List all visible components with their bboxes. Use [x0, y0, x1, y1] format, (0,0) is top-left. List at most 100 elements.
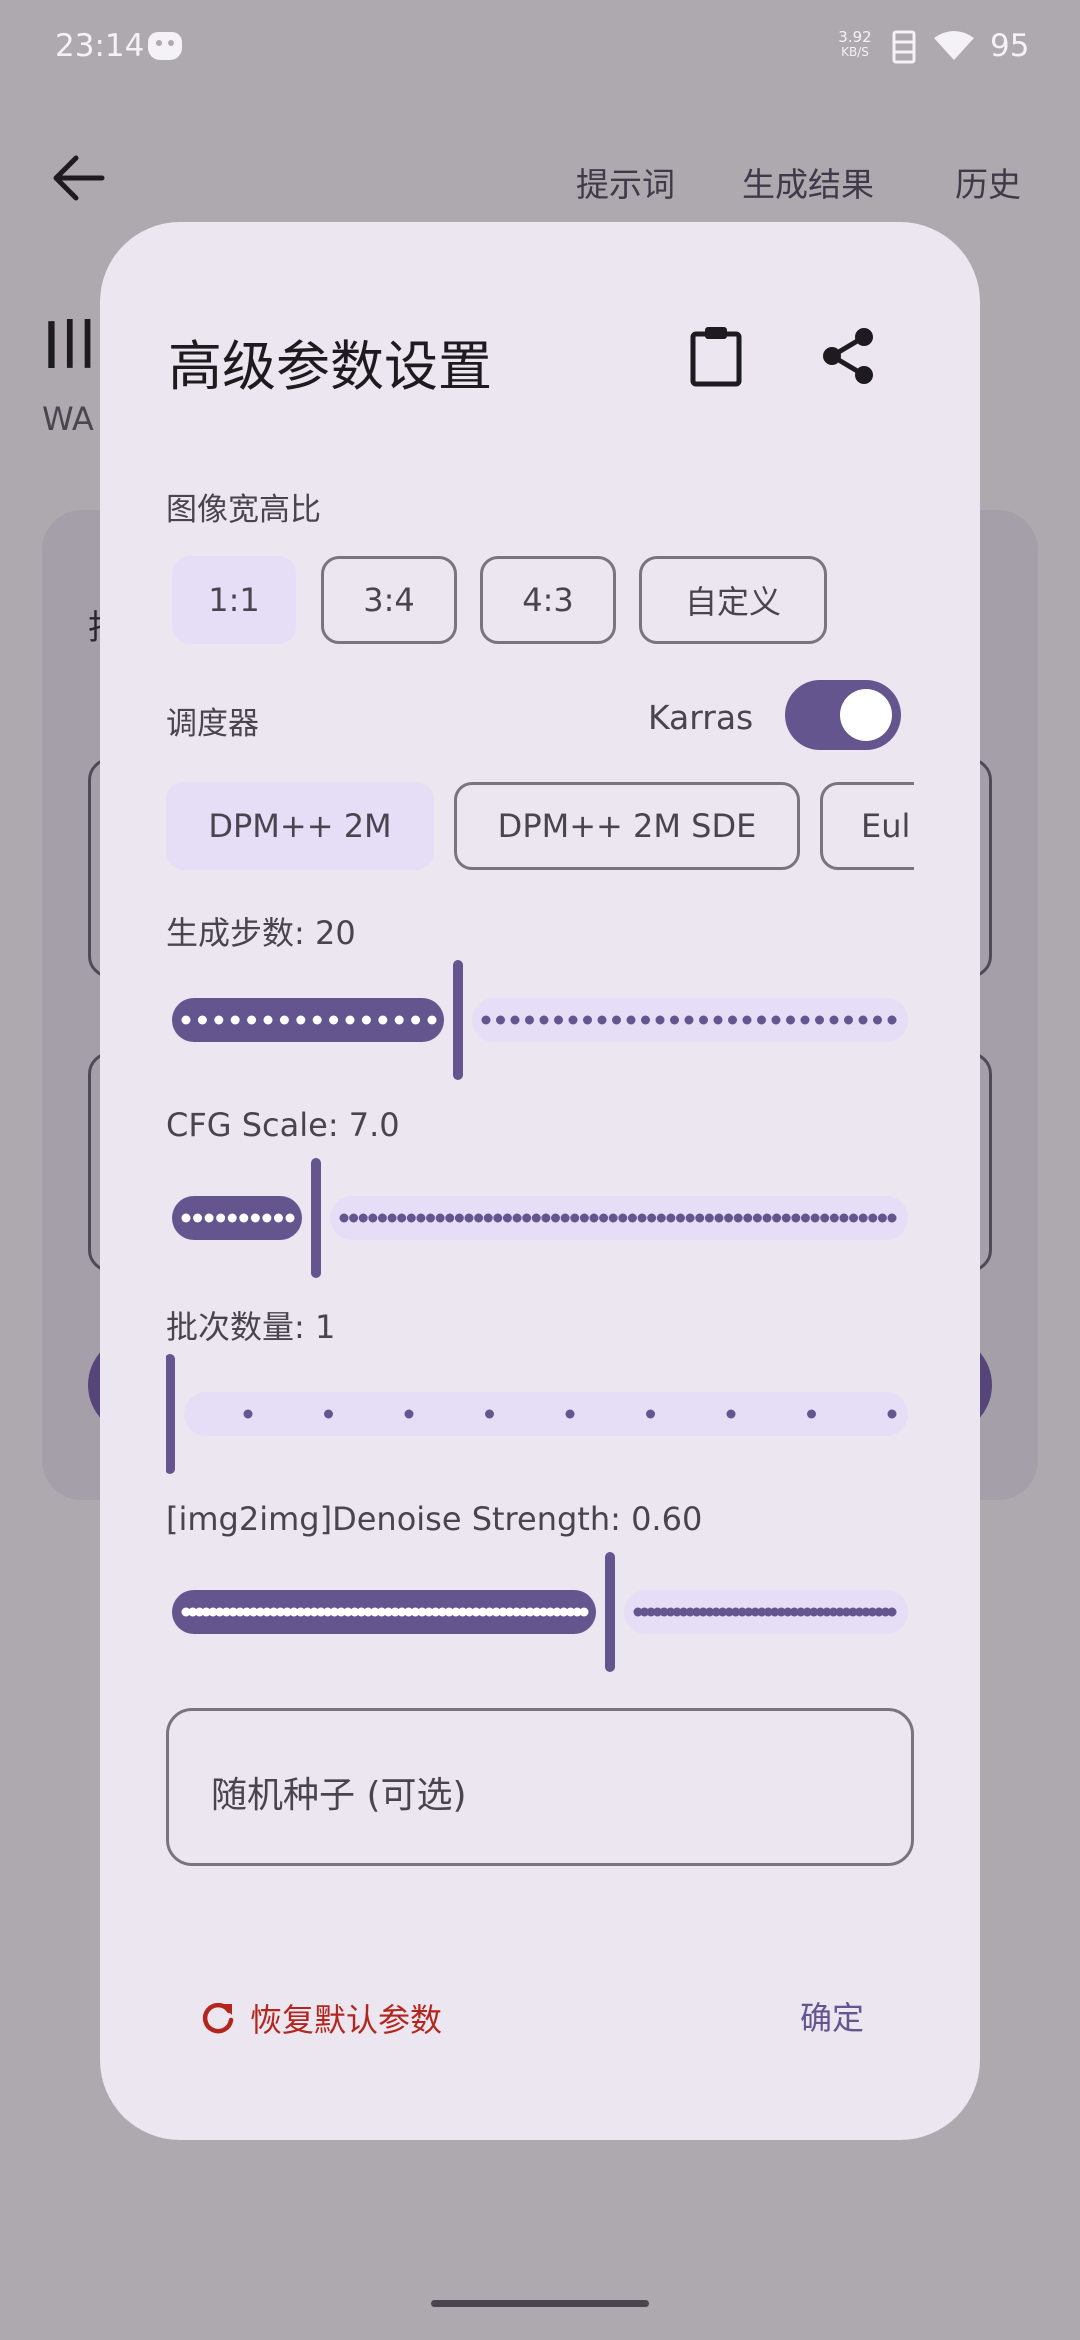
slider-tick [675, 1213, 685, 1223]
tab-prompt[interactable]: 提示词 [576, 158, 675, 206]
slider-tick [531, 1213, 541, 1223]
slider-tick [858, 1015, 868, 1025]
slider-tick [685, 1213, 695, 1223]
slider-tick [733, 1213, 743, 1223]
aspect-chip-3-4[interactable]: 3:4 [321, 556, 457, 644]
slider-tick [230, 1015, 240, 1025]
slider-tick [579, 1213, 589, 1223]
slider-tick [781, 1213, 791, 1223]
slider-tick [481, 1015, 491, 1025]
slider-tick [568, 1015, 578, 1025]
slider-tick [502, 1213, 512, 1223]
slider-tick [496, 1015, 505, 1025]
aspect-chip-4-3[interactable]: 4:3 [480, 556, 616, 644]
slider-tick [666, 1213, 676, 1223]
slider-tick [324, 1409, 333, 1419]
scheduler-label: 调度器 [166, 706, 259, 742]
slider-tick [670, 1015, 679, 1025]
slider-tick [427, 1015, 437, 1025]
slider-tick [454, 1213, 464, 1223]
slider-tick [361, 1015, 371, 1025]
slider-tick [285, 1213, 295, 1223]
slider-thumb [166, 1354, 175, 1474]
slider-tick [570, 1213, 580, 1223]
scheduler-chip-row[interactable]: DPM++ 2M DPM++ 2M SDE Eul [166, 780, 914, 872]
slider-tick [312, 1015, 322, 1025]
slider-tick [641, 1015, 650, 1025]
slider-tick [227, 1213, 237, 1223]
network-speed: 3.92 KB/S [838, 28, 872, 60]
slider-tick [699, 1015, 708, 1025]
advanced-settings-dialog: 高级参数设置 图像宽高比 1:1 3:4 4:3 自定义 调度器 Karras … [100, 222, 980, 2140]
slider-tick [445, 1213, 455, 1223]
slider-tick [345, 1015, 355, 1025]
battery-level: 95 [990, 28, 1030, 64]
slider-tick [762, 1213, 772, 1223]
aspect-chip-custom[interactable]: 自定义 [639, 556, 827, 644]
steps-label: 生成步数: 20 [166, 914, 356, 952]
slider-tick [565, 1409, 575, 1419]
aspect-chip-1-1[interactable]: 1:1 [172, 556, 296, 644]
slider-tick [704, 1213, 714, 1223]
slider-tick [485, 1409, 494, 1419]
dialog-title: 高级参数设置 [168, 335, 492, 398]
cfg-scale-slider[interactable] [166, 1156, 914, 1280]
slider-tick [589, 1213, 599, 1223]
reset-defaults-button[interactable]: 恢复默认参数 [200, 1990, 442, 2046]
slider-tick [877, 1213, 887, 1223]
cfg-scale-label: CFG Scale: 7.0 [166, 1106, 400, 1144]
karras-label: Karras [648, 698, 754, 737]
slider-tick [411, 1015, 421, 1025]
sim-icon [892, 30, 916, 64]
slider-tick [839, 1213, 849, 1223]
slider-tick [829, 1015, 839, 1025]
tab-results[interactable]: 生成结果 [742, 158, 874, 206]
steps-slider[interactable] [166, 958, 914, 1082]
slider-tick [510, 1015, 520, 1025]
denoise-strength-slider[interactable] [166, 1550, 914, 1674]
slider-tick [637, 1213, 647, 1223]
slider-tick [358, 1213, 368, 1223]
gesture-bar[interactable] [431, 2300, 649, 2307]
slider-tick [807, 1409, 816, 1419]
slider-tick [743, 1213, 753, 1223]
slider-tick [263, 1015, 273, 1025]
slider-tick [815, 1015, 824, 1025]
slider-tick [250, 1213, 260, 1223]
slider-tick [464, 1213, 474, 1223]
slider-tick [772, 1213, 782, 1223]
slider-tick [849, 1213, 859, 1223]
slider-tick [247, 1015, 257, 1025]
slider-tick [243, 1409, 253, 1419]
batch-count-label: 批次数量: 1 [166, 1308, 336, 1346]
slider-tick [239, 1213, 249, 1223]
share-button[interactable] [808, 316, 888, 396]
reset-defaults-label: 恢复默认参数 [250, 2001, 443, 2039]
batch-count-slider[interactable] [166, 1352, 914, 1476]
slider-tick [810, 1213, 820, 1223]
slider-tick [525, 1015, 534, 1025]
slider-tick [397, 1213, 407, 1223]
slider-tick [873, 1015, 882, 1025]
paste-button[interactable] [676, 316, 756, 396]
slider-tick [474, 1213, 484, 1223]
slider-tick [887, 1607, 897, 1617]
slider-tick [483, 1213, 493, 1223]
scheduler-chip-dpm-2m-sde[interactable]: DPM++ 2M SDE [454, 782, 800, 870]
slider-tick [752, 1213, 762, 1223]
tab-history[interactable]: 历史 [955, 158, 1021, 206]
slider-tick [646, 1409, 655, 1419]
karras-toggle[interactable] [785, 680, 901, 750]
slider-tick [541, 1213, 551, 1223]
slider-tick [726, 1409, 736, 1419]
back-arrow-icon[interactable] [50, 150, 106, 206]
slider-inactive-track [184, 1392, 908, 1436]
background-subtitle: WA [42, 400, 94, 438]
slider-tick [791, 1213, 801, 1223]
confirm-button[interactable]: 确定 [800, 1990, 864, 2046]
seed-input[interactable]: 随机种子 (可选) [166, 1708, 914, 1866]
scheduler-chip-dpm-2m[interactable]: DPM++ 2M [166, 782, 434, 870]
scheduler-chip-euler[interactable]: Eul [820, 782, 914, 870]
seed-placeholder: 随机种子 (可选) [211, 1775, 467, 1816]
slider-tick [627, 1213, 637, 1223]
